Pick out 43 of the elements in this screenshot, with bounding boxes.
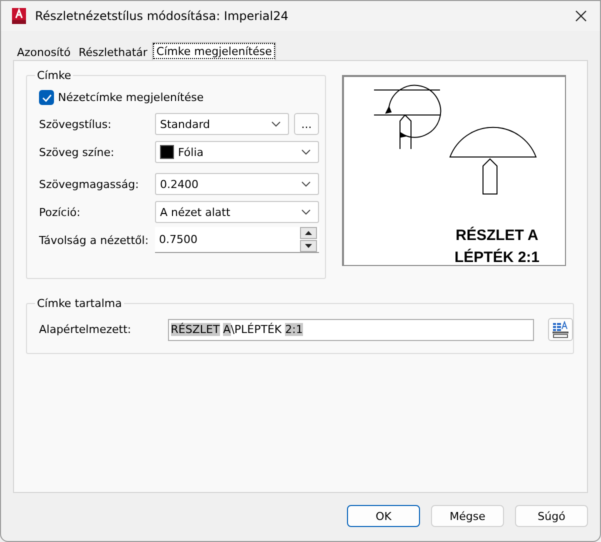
- dialog-button[interactable]: Súgó: [515, 505, 588, 527]
- checkbox[interactable]: [39, 90, 54, 105]
- checkmark-icon: [42, 94, 52, 102]
- tab[interactable]: Címke megjelenítése: [152, 42, 276, 60]
- field-label: Szövegmagasság:: [39, 178, 140, 190]
- caret-icon: [271, 121, 281, 127]
- dialog-button[interactable]: Mégse: [431, 505, 504, 527]
- checkbox-label: Nézetcímke megjelenítése: [58, 91, 204, 104]
- dropdown-value: 0.2400: [160, 178, 198, 190]
- tab[interactable]: Részlethatár: [76, 44, 150, 60]
- caret-icon: [301, 181, 311, 187]
- preview-label: LÉPTÉK 2:1: [454, 249, 540, 264]
- dropdown[interactable]: Fólia: [155, 141, 319, 163]
- field-label: Alapértelmezett:: [39, 323, 132, 336]
- spin-up-button[interactable]: [300, 227, 317, 239]
- group-title: Címke: [35, 69, 74, 82]
- text-field[interactable]: RÉSZLET A\PLÉPTÉK 2:1: [168, 318, 534, 340]
- group-title: Címke tartalma: [35, 297, 124, 310]
- caret-icon: [301, 209, 311, 215]
- dropdown[interactable]: 0.2400: [155, 173, 319, 195]
- dropdown[interactable]: Standard: [155, 113, 289, 135]
- field-label: Távolság a nézettől:: [39, 234, 150, 246]
- up-arrow-icon: [305, 231, 312, 235]
- tab[interactable]: Azonosító: [14, 44, 74, 60]
- dropdown-value: Fólia: [178, 146, 204, 158]
- dropdown-value: Standard: [160, 118, 210, 130]
- dropdown[interactable]: A nézet alatt: [155, 201, 319, 223]
- dropdown-value: A nézet alatt: [160, 206, 230, 218]
- field-label: Szövegstílus:: [39, 118, 112, 130]
- preview-label: RÉSZLET A: [456, 227, 538, 244]
- close-icon[interactable]: [574, 9, 588, 23]
- field-label: Pozíció:: [39, 206, 82, 218]
- down-arrow-icon: [305, 244, 312, 248]
- spinner-field[interactable]: 0.7500: [155, 227, 319, 253]
- app-icon: [11, 7, 27, 25]
- window-title: Részletnézetstílus módosítása: Imperial24: [35, 9, 290, 23]
- field-label: Szöveg színe:: [39, 146, 116, 158]
- browse-button[interactable]: ...: [294, 113, 319, 135]
- text-editor-button[interactable]: [548, 318, 574, 341]
- dialog-button[interactable]: OK: [347, 505, 420, 527]
- field-value: 0.7500: [159, 233, 198, 246]
- caret-icon: [301, 149, 311, 155]
- spin-down-button[interactable]: [300, 240, 317, 252]
